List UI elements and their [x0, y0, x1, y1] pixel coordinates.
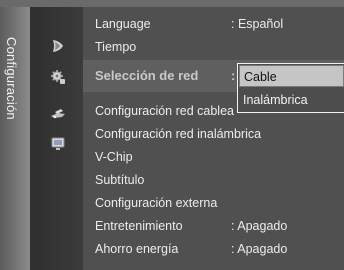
- menu-item-configuracion-red-inalambrica-label: Configuración red inalámbrica: [95, 127, 262, 141]
- menu-item-entretenimiento-label: Entretenimiento: [95, 219, 183, 233]
- menu-item-configuracion-red-inalambrica[interactable]: Configuración red inalámbrica: [95, 124, 261, 144]
- menu-item-tiempo-label: Tiempo: [95, 40, 137, 54]
- menu-item-subtitulo[interactable]: Subtítulo: [95, 170, 144, 190]
- side-title: Configuración: [4, 37, 19, 120]
- menu-item-ahorro-energia-value: : Apagado: [231, 242, 288, 256]
- picture-icon: [53, 40, 63, 52]
- menu-item-seleccion-de-red-colon: :: [231, 68, 236, 83]
- menu-item-v-chip-label: V-Chip: [95, 150, 133, 164]
- menu-item-configuracion-red-cableada-label: Configuración red cablea: [95, 104, 234, 118]
- channel-icon: [51, 137, 65, 150]
- top-bar: [0, 0, 344, 7]
- menu-item-configuracion-externa[interactable]: Configuración externa: [95, 193, 217, 213]
- menu-item-language-value: : Español: [231, 17, 284, 31]
- settings-screen: Configuración Language : Español Tiempo …: [0, 0, 344, 270]
- left-title-strip: Configuración: [0, 7, 30, 270]
- menu-item-language-label: Language: [95, 17, 151, 31]
- menu-item-language[interactable]: Language : Español: [95, 14, 283, 34]
- menu-item-v-chip[interactable]: V-Chip: [95, 147, 133, 167]
- input-icon: [51, 109, 65, 119]
- menu-item-tiempo[interactable]: Tiempo: [95, 37, 136, 57]
- menu-item-subtitulo-label: Subtítulo: [95, 173, 145, 187]
- menu-item-ahorro-energia-label: Ahorro energía: [95, 242, 179, 256]
- setup-icon: [51, 70, 65, 84]
- network-selection-dropdown[interactable]: Cable Inalámbrica: [237, 63, 344, 113]
- dropdown-option-inalambrica[interactable]: Inalámbrica: [239, 89, 344, 111]
- menu-item-configuracion-red-cableada[interactable]: Configuración red cablea: [95, 101, 234, 121]
- menu-item-entretenimiento[interactable]: Entretenimiento : Apagado: [95, 216, 287, 236]
- dropdown-option-cable[interactable]: Cable: [239, 65, 344, 87]
- menu-item-ahorro-energia[interactable]: Ahorro energía : Apagado: [95, 239, 287, 259]
- menu-item-configuracion-externa-label: Configuración externa: [95, 196, 218, 210]
- menu-item-entretenimiento-value: : Apagado: [231, 219, 288, 233]
- menu-item-seleccion-de-red[interactable]: Selección de red: [95, 66, 198, 86]
